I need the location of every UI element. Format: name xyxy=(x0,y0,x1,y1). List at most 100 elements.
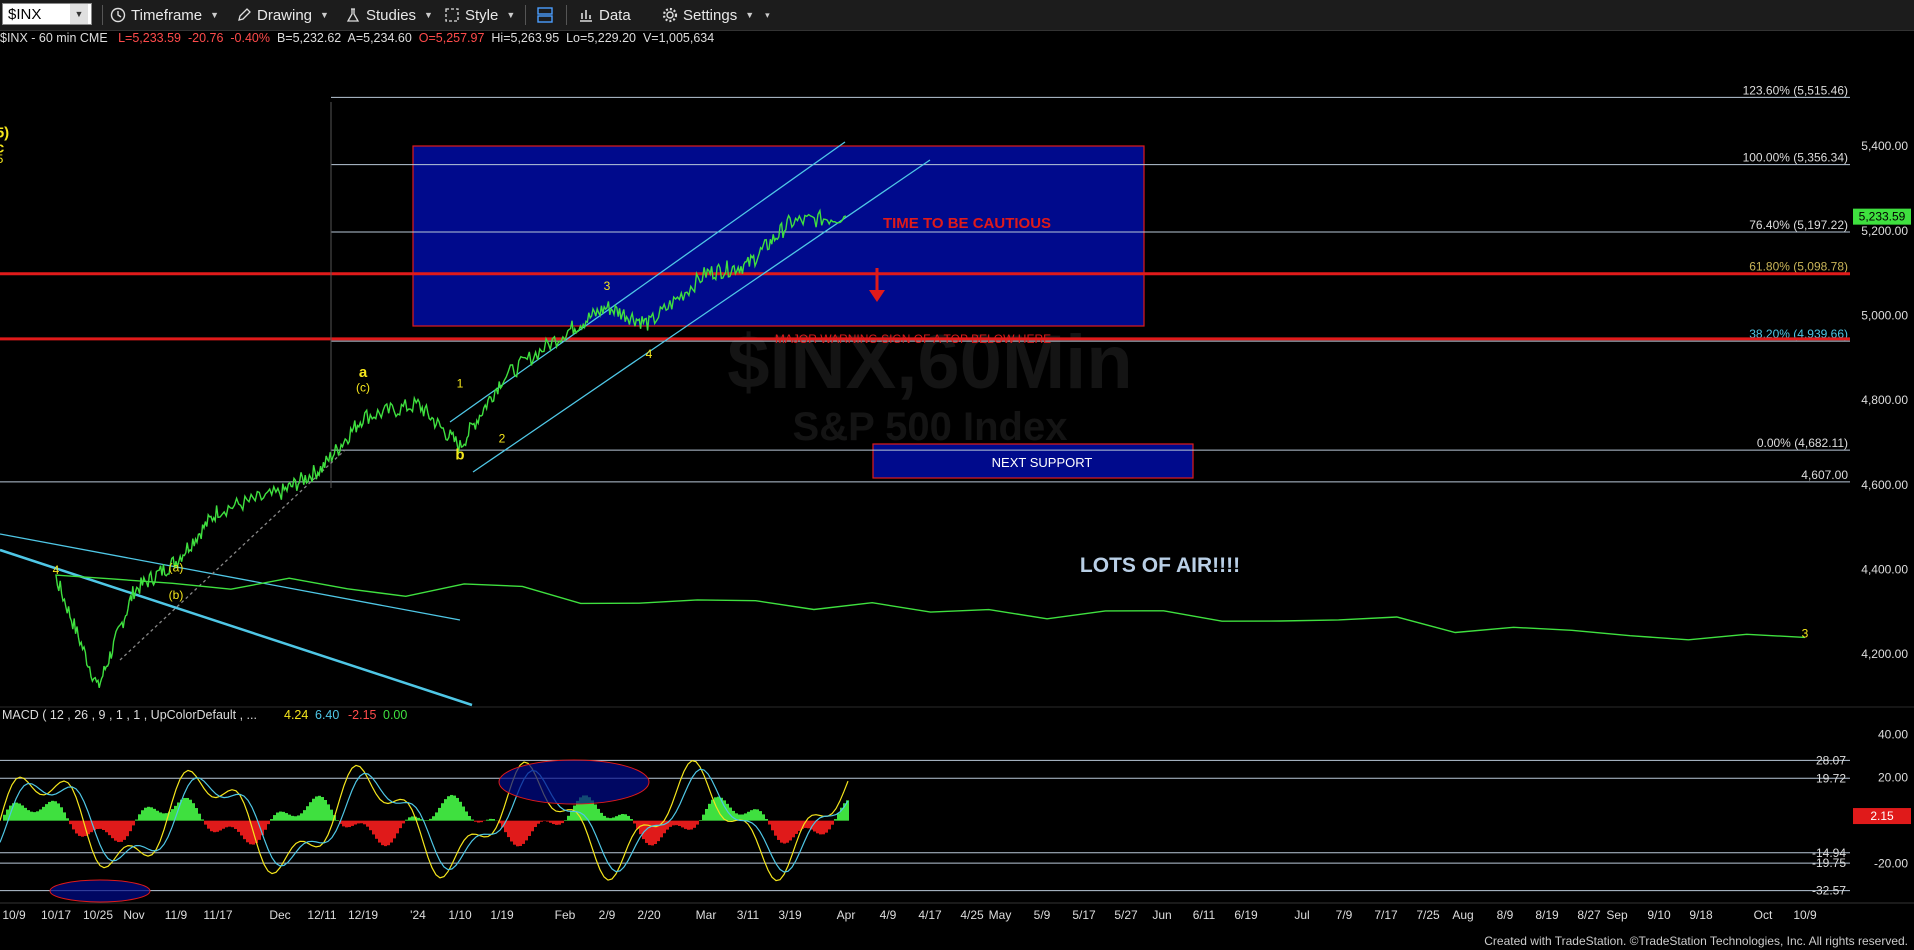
macd-histogram-bar xyxy=(657,820,660,842)
wave-label: (c) xyxy=(356,381,370,395)
settings-button[interactable]: Settings ▼ ▾ xyxy=(662,4,770,26)
data-label: Data xyxy=(599,6,631,24)
macd-histogram-bar xyxy=(426,820,429,821)
x-tick-label: Jun xyxy=(1152,908,1171,922)
macd-histogram-bar xyxy=(297,815,300,821)
wave-label: 3 xyxy=(604,279,611,293)
trend-line xyxy=(0,548,473,707)
macd-histogram-bar xyxy=(324,799,327,821)
macd-histogram-bar xyxy=(126,820,129,837)
macd-histogram-bar xyxy=(321,797,324,821)
macd-histogram-bar xyxy=(150,807,153,821)
macd-histogram-bar xyxy=(195,808,198,821)
macd-histogram-bar xyxy=(348,820,351,828)
macd-histogram-bar xyxy=(186,797,189,821)
macd-histogram-bar xyxy=(546,820,549,822)
macd-histogram-bar xyxy=(171,809,174,821)
chevron-down-icon: ▼ xyxy=(424,10,433,20)
macd-histogram-bar xyxy=(207,820,210,829)
symbol-selector[interactable]: $INX ▼ xyxy=(2,3,92,25)
macd-histogram-bar xyxy=(282,811,285,821)
macd-histogram-bar xyxy=(444,799,447,821)
symbol-text: $INX xyxy=(8,5,42,23)
style-label: Style xyxy=(465,6,499,24)
macd-histogram-bar xyxy=(201,819,204,821)
x-tick-label: 11/9 xyxy=(165,908,188,922)
macd-histogram-bar xyxy=(447,796,450,821)
x-tick-label: Apr xyxy=(837,908,856,922)
x-tick-label: 1/19 xyxy=(490,908,514,922)
macd-histogram-bar xyxy=(72,820,75,830)
macd-histogram-bar xyxy=(342,820,345,827)
macd-histogram-bar xyxy=(477,820,480,823)
chevron-down-icon[interactable]: ▼ xyxy=(70,4,88,24)
macd-histogram-bar xyxy=(564,820,567,821)
macd-level-label: 28.07 xyxy=(1816,753,1846,767)
macd-histogram-bar xyxy=(396,820,399,834)
gear-icon xyxy=(662,7,678,23)
macd-histogram-bar xyxy=(114,820,117,841)
wave-label: 5 xyxy=(0,152,4,166)
flask-icon xyxy=(346,8,360,22)
watermark-name: S&P 500 Index xyxy=(793,405,1068,449)
macd-histogram-bar xyxy=(561,820,564,824)
macd-histogram-bar xyxy=(474,820,477,822)
macd-histogram-bar xyxy=(54,801,57,821)
macd-histogram-bar xyxy=(357,820,360,824)
macd-histogram-bar xyxy=(558,820,561,825)
macd-histogram-bar xyxy=(459,801,462,821)
macd-histogram-bar xyxy=(69,820,72,825)
macd-histogram-bar xyxy=(33,812,36,821)
studies-button[interactable]: Studies ▼ xyxy=(345,4,433,26)
macd-histogram-bar xyxy=(651,820,654,846)
x-tick-label: 12/11 xyxy=(307,908,336,922)
macd-histogram-bar xyxy=(39,809,42,821)
timeframe-button[interactable]: Timeframe ▼ xyxy=(110,4,219,26)
macd-histogram-bar xyxy=(624,814,627,821)
macd-histogram-bar xyxy=(453,795,456,821)
macd-histogram-bar xyxy=(429,818,432,821)
macd-histogram-bar xyxy=(384,820,387,847)
macd-histogram-bar xyxy=(600,812,603,821)
macd-histogram-bar xyxy=(573,805,576,821)
price-tick-label: 5,400.00 xyxy=(1861,139,1908,153)
macd-histogram-bar xyxy=(354,820,357,825)
macd-histogram-bar xyxy=(711,799,714,821)
x-tick-label: 10/25 xyxy=(83,908,113,922)
macd-histogram-bar xyxy=(216,820,219,832)
bar-chart-icon xyxy=(580,10,592,22)
macd-histogram-bar xyxy=(30,811,33,821)
style-button[interactable]: Style ▼ xyxy=(444,4,515,26)
macd-histogram-bar xyxy=(621,814,624,821)
macd-histogram-bar xyxy=(117,820,120,843)
macd-histogram-bar xyxy=(630,819,633,821)
macd-histogram-bar xyxy=(465,811,468,821)
macd-level-label: -32.57 xyxy=(1812,884,1846,898)
macd-histogram-bar xyxy=(345,820,348,828)
chart-area[interactable]: $INX,60Min S&P 500 Index 123.60% (5,515.… xyxy=(0,30,1914,935)
drawing-button[interactable]: Drawing ▼ xyxy=(236,4,329,26)
macd-histogram-bar xyxy=(696,820,699,825)
data-button[interactable]: Data xyxy=(578,4,631,26)
macd-histogram-bar xyxy=(213,820,216,833)
macd-histogram-bar xyxy=(153,808,156,821)
macd-histogram-bar xyxy=(279,811,282,821)
fib-level-label: 61.80% (5,098.78) xyxy=(1749,260,1848,274)
macd-histogram-bar xyxy=(231,820,234,828)
x-tick-label: 1/10 xyxy=(448,908,472,922)
macd-histogram-bar xyxy=(351,820,354,826)
warning-annotation: MAJOR WARNING SIGN OF A TOP BELOW HERE xyxy=(775,332,1051,346)
macd-tick-label: 20.00 xyxy=(1878,771,1908,785)
macd-histogram-bar xyxy=(699,820,702,821)
macd-histogram-bar xyxy=(774,820,777,836)
macd-histogram-bar xyxy=(318,795,321,821)
chevron-down-icon: ▼ xyxy=(745,10,755,20)
macd-histogram-bar xyxy=(747,811,750,821)
layout-button[interactable] xyxy=(536,4,554,26)
fib-level-label: 76.40% (5,197.22) xyxy=(1749,218,1848,232)
x-tick-label: 4/17 xyxy=(918,908,942,922)
macd-histogram-bar xyxy=(156,810,159,821)
macd-histogram-bar xyxy=(693,820,696,828)
clock-icon xyxy=(110,7,126,23)
macd-histogram-bar xyxy=(816,820,819,834)
